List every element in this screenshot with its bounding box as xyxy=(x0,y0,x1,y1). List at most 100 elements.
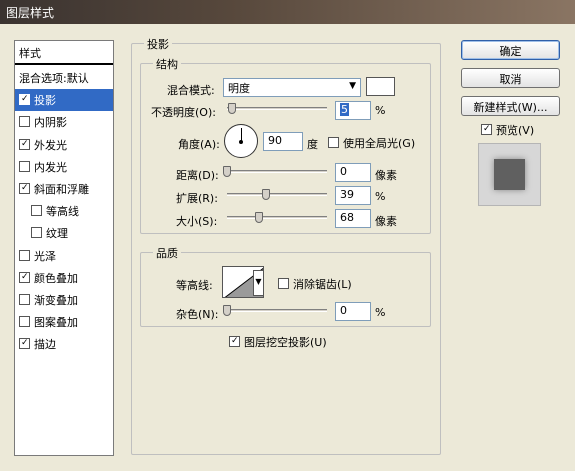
style-item[interactable]: 内阴影 xyxy=(15,111,113,133)
angle-input[interactable]: 90 xyxy=(263,132,303,151)
style-item-label: 混合选项:默认 xyxy=(19,72,89,85)
checkbox-icon[interactable] xyxy=(31,205,42,217)
opacity-slider-track[interactable] xyxy=(227,107,327,110)
opacity-input[interactable]: 5 xyxy=(335,101,371,120)
blend-mode-select[interactable]: 明度 ▼ xyxy=(223,78,361,97)
quality-title: 品质 xyxy=(153,245,181,261)
checkbox-icon xyxy=(278,278,289,289)
angle-dial-center xyxy=(239,140,243,144)
style-item-label: 颜色叠加 xyxy=(34,271,78,285)
checkbox-icon xyxy=(229,336,240,347)
style-item-label: 图案叠加 xyxy=(34,316,78,330)
checkbox-icon[interactable] xyxy=(19,294,30,305)
new-style-button[interactable]: 新建样式(W)... xyxy=(461,96,560,116)
title-bar: 图层样式 xyxy=(0,0,575,24)
opacity-slider-thumb[interactable] xyxy=(228,103,236,114)
noise-unit: % xyxy=(375,306,386,319)
checkbox-icon[interactable] xyxy=(31,227,42,239)
distance-input[interactable]: 0 xyxy=(335,163,371,182)
anti-alias-label: 消除锯齿(L) xyxy=(293,278,352,291)
style-item[interactable]: 渐变叠加 xyxy=(15,289,113,311)
style-item-label: 纹理 xyxy=(46,227,68,241)
checkbox-icon[interactable] xyxy=(19,94,30,106)
distance-unit: 像素 xyxy=(375,169,397,182)
chevron-down-icon: ▼ xyxy=(349,81,356,91)
layer-style-dialog: 图层样式 样式 混合选项:默认投影内阴影外发光内发光斜面和浮雕等高线纹理光泽颜色… xyxy=(0,0,575,471)
size-unit: 像素 xyxy=(375,215,397,228)
preview-swatch xyxy=(494,159,525,190)
checkbox-icon[interactable] xyxy=(19,338,30,350)
preview-checkbox[interactable]: 预览(V) xyxy=(481,122,534,138)
distance-slider-thumb[interactable] xyxy=(223,166,231,177)
checkbox-icon[interactable] xyxy=(19,116,30,128)
blend-mode-value: 明度 xyxy=(228,82,250,95)
size-slider-thumb[interactable] xyxy=(255,212,263,223)
checkbox-icon[interactable] xyxy=(19,183,30,194)
styles-header[interactable]: 样式 xyxy=(15,41,113,65)
checkbox-icon[interactable] xyxy=(19,249,30,261)
style-item[interactable]: 投影 xyxy=(15,89,113,112)
opacity-unit: % xyxy=(375,104,386,117)
angle-label: 角度(A): xyxy=(178,138,220,151)
noise-input[interactable]: 0 xyxy=(335,302,371,321)
contour-dropdown-chevron-icon[interactable]: ▼ xyxy=(253,270,264,296)
checkbox-icon[interactable] xyxy=(19,160,30,172)
style-item[interactable]: 外发光 xyxy=(15,134,113,156)
style-item[interactable]: 颜色叠加 xyxy=(15,267,113,289)
opacity-value: 5 xyxy=(340,103,349,116)
size-input[interactable]: 68 xyxy=(335,209,371,228)
style-item-label: 等高线 xyxy=(46,205,79,219)
style-item[interactable]: 斜面和浮雕 xyxy=(15,178,113,200)
spread-slider-track[interactable] xyxy=(227,193,327,196)
style-item[interactable]: 纹理 xyxy=(15,222,113,244)
shadow-color-swatch[interactable] xyxy=(366,77,395,96)
style-item[interactable]: 光泽 xyxy=(15,245,113,267)
style-item-label: 光泽 xyxy=(34,249,56,263)
checkbox-icon xyxy=(328,137,339,148)
anti-alias-checkbox[interactable]: 消除锯齿(L) xyxy=(278,276,352,292)
spread-unit: % xyxy=(375,190,386,203)
spread-label: 扩展(R): xyxy=(176,192,218,205)
checkbox-icon[interactable] xyxy=(19,316,30,328)
cancel-button[interactable]: 取消 xyxy=(461,68,560,88)
preview-label: 预览(V) xyxy=(496,124,535,137)
style-item[interactable]: 描边 xyxy=(15,333,113,355)
angle-dial[interactable] xyxy=(224,124,258,158)
window-title: 图层样式 xyxy=(6,6,55,20)
knockout-checkbox[interactable]: 图层挖空投影(U) xyxy=(229,334,327,350)
style-item-label: 内阴影 xyxy=(34,116,67,130)
size-label: 大小(S): xyxy=(176,215,218,228)
contour-label: 等高线: xyxy=(176,279,213,292)
style-item-label: 描边 xyxy=(34,338,56,352)
noise-slider-track[interactable] xyxy=(227,309,327,312)
style-item[interactable]: 内发光 xyxy=(15,156,113,178)
global-light-label: 使用全局光(G) xyxy=(343,137,416,150)
angle-unit: 度 xyxy=(307,138,318,151)
drop-shadow-title: 投影 xyxy=(144,36,172,52)
spread-slider-thumb[interactable] xyxy=(262,189,270,200)
noise-slider-thumb[interactable] xyxy=(223,305,231,316)
checkbox-icon[interactable] xyxy=(19,138,30,150)
style-item[interactable]: 等高线 xyxy=(15,200,113,222)
distance-slider-track[interactable] xyxy=(227,170,327,173)
noise-label: 杂色(N): xyxy=(176,308,219,321)
size-slider-track[interactable] xyxy=(227,216,327,219)
structure-title: 结构 xyxy=(153,56,181,72)
ok-button[interactable]: 确定 xyxy=(461,40,560,60)
checkbox-icon[interactable] xyxy=(19,271,30,283)
styles-header-label: 样式 xyxy=(19,47,41,60)
style-item-label: 外发光 xyxy=(34,138,67,152)
knockout-label: 图层挖空投影(U) xyxy=(244,336,327,349)
style-item-label: 斜面和浮雕 xyxy=(34,183,89,196)
styles-list: 样式 混合选项:默认投影内阴影外发光内发光斜面和浮雕等高线纹理光泽颜色叠加渐变叠… xyxy=(14,40,114,456)
opacity-label: 不透明度(O): xyxy=(151,106,216,119)
style-item-label: 内发光 xyxy=(34,160,67,174)
checkbox-icon xyxy=(481,124,492,135)
distance-label: 距离(D): xyxy=(176,169,219,182)
style-item-label: 投影 xyxy=(34,94,56,108)
global-light-checkbox[interactable]: 使用全局光(G) xyxy=(328,135,415,151)
style-item[interactable]: 图案叠加 xyxy=(15,311,113,333)
style-item-label: 渐变叠加 xyxy=(34,294,78,307)
style-item[interactable]: 混合选项:默认 xyxy=(15,67,113,89)
spread-input[interactable]: 39 xyxy=(335,186,371,205)
